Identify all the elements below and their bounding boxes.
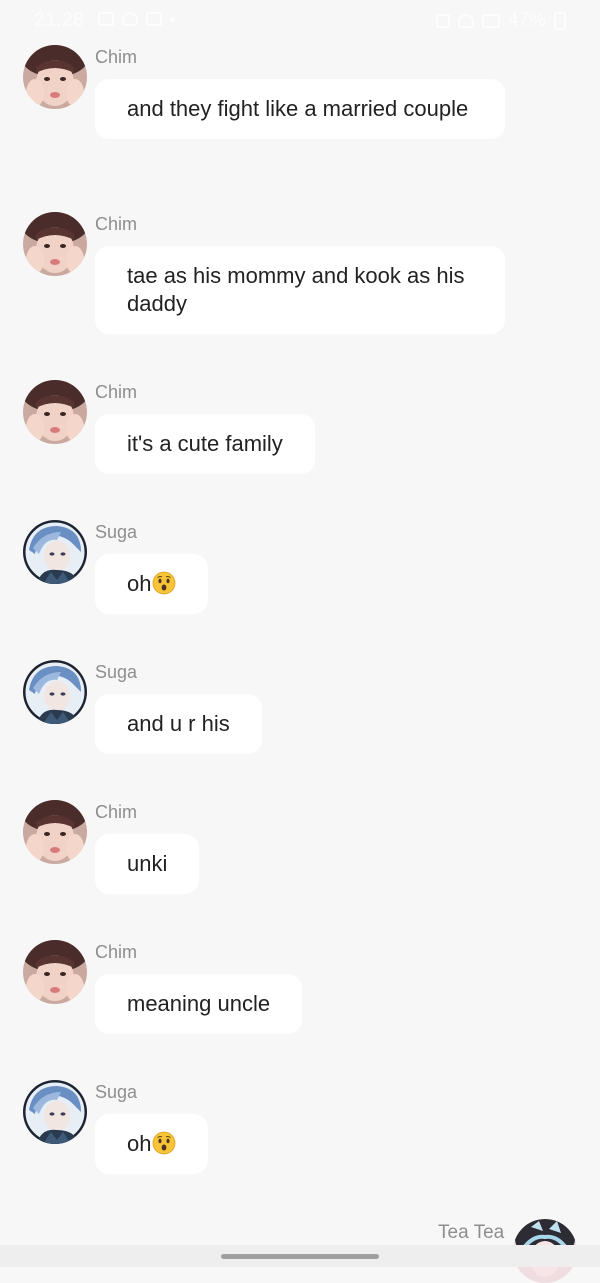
chim-avatar-image (23, 940, 87, 1004)
hushed-face-emoji-icon (152, 1131, 176, 1155)
notification-icons (98, 12, 175, 26)
status-right: 47% (435, 10, 566, 32)
chim-avatar-image (23, 45, 87, 109)
message-bubble[interactable]: oh (95, 1114, 209, 1174)
signal-icon (481, 14, 500, 28)
message-text: it's a cute family (127, 431, 283, 456)
message-text: and they fight like a married couple (127, 96, 469, 121)
avatar[interactable] (23, 520, 87, 584)
avatar[interactable] (23, 1080, 87, 1144)
home-gesture-handle[interactable] (221, 1254, 379, 1259)
sender-name: Suga (95, 662, 138, 682)
message-bubble[interactable]: unki (95, 834, 200, 894)
suga-avatar-image (23, 660, 87, 724)
outgoing-sender-name: Tea Tea (438, 1222, 505, 1243)
message-bubble[interactable]: it's a cute family (95, 414, 315, 474)
battery-icon (554, 12, 566, 30)
message-bubble[interactable]: oh (95, 554, 209, 614)
sender-name: Chim (95, 802, 138, 822)
status-bar: 21:28 47% (0, 0, 600, 44)
sender-name: Chim (95, 214, 138, 234)
message-bubble[interactable]: tae as his mommy and kook as his daddy (95, 246, 505, 334)
message-text: oh (127, 1131, 152, 1156)
avatar[interactable] (23, 940, 87, 1004)
mute-icon (435, 14, 450, 28)
message-bubble[interactable]: meaning uncle (95, 974, 303, 1034)
avatar[interactable] (23, 45, 87, 109)
chim-avatar-image (23, 800, 87, 864)
sender-name: Chim (95, 382, 138, 402)
message-bubble[interactable]: and u r his (95, 694, 262, 754)
gallery-icon (98, 12, 114, 26)
avatar[interactable] (23, 800, 87, 864)
message-bubble[interactable]: and they fight like a married couple (95, 79, 505, 139)
message-text: and u r his (127, 711, 230, 736)
avatar[interactable] (23, 380, 87, 444)
sender-name: Chim (95, 47, 138, 67)
status-time: 21:28 (34, 10, 85, 31)
message-text: meaning uncle (127, 991, 271, 1016)
more-notifications-icon (170, 16, 175, 22)
battery-percent: 47% (507, 10, 546, 31)
avatar[interactable] (23, 212, 87, 276)
navigation-bar (0, 1245, 600, 1267)
sender-name: Suga (95, 1082, 138, 1102)
suga-avatar-image (23, 520, 87, 584)
suga-avatar-image (23, 1080, 87, 1144)
chim-avatar-image (23, 212, 87, 276)
chim-avatar-image (23, 380, 87, 444)
avatar[interactable] (23, 660, 87, 724)
game-icon (146, 12, 162, 26)
wifi-icon (457, 14, 474, 28)
message-text: unki (127, 851, 168, 876)
hushed-face-emoji-icon (152, 571, 176, 595)
sender-name: Chim (95, 942, 138, 962)
message-text: tae as his mommy and kook as his daddy (127, 263, 465, 316)
cloud-icon (122, 12, 138, 26)
message-text: oh (127, 571, 152, 596)
sender-name: Suga (95, 522, 138, 542)
